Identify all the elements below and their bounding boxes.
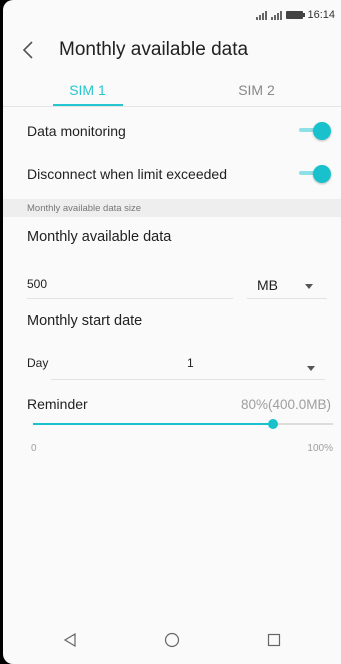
screen: 16:14 Monthly available data SIM 1 SIM 2… bbox=[3, 0, 341, 664]
circle-home-icon bbox=[164, 632, 180, 648]
disconnect-label: Disconnect when limit exceeded bbox=[27, 166, 227, 182]
reminder-value: 80%(400.0MB) bbox=[240, 396, 331, 412]
sim1-signal-icon bbox=[256, 10, 268, 20]
sim2-signal-icon bbox=[271, 10, 283, 20]
sim-tabs: SIM 1 SIM 2 bbox=[3, 76, 341, 106]
tab-sim-2[interactable]: SIM 2 bbox=[172, 76, 341, 106]
nav-home-button[interactable] bbox=[157, 625, 187, 655]
chevron-down-icon bbox=[305, 284, 313, 289]
start-date-title: Monthly start date bbox=[27, 313, 143, 329]
slider-min-label: 0 bbox=[31, 443, 37, 454]
navigation-bar bbox=[3, 616, 341, 664]
app-bar: Monthly available data bbox=[3, 32, 341, 68]
data-limit-input[interactable]: 500 bbox=[27, 277, 47, 291]
data-limit-title: Monthly available data bbox=[27, 229, 172, 245]
status-time: 16:14 bbox=[307, 9, 335, 21]
slider-thumb[interactable] bbox=[268, 419, 278, 429]
data-monitoring-row[interactable]: Data monitoring bbox=[27, 121, 331, 141]
data-monitoring-label: Data monitoring bbox=[27, 123, 126, 139]
nav-recents-button[interactable] bbox=[259, 625, 289, 655]
day-underline bbox=[51, 379, 325, 380]
unit-underline bbox=[247, 298, 327, 299]
data-monitoring-toggle[interactable] bbox=[295, 122, 331, 140]
triangle-back-icon bbox=[63, 633, 76, 647]
battery-icon bbox=[286, 11, 306, 19]
reminder-slider[interactable] bbox=[33, 419, 333, 429]
chevron-left-icon bbox=[22, 41, 33, 59]
tab-sim-1[interactable]: SIM 1 bbox=[3, 76, 172, 106]
back-button[interactable] bbox=[3, 32, 53, 68]
day-select[interactable]: 1 bbox=[187, 356, 194, 370]
status-bar: 16:14 bbox=[3, 0, 341, 30]
chevron-down-icon bbox=[307, 366, 315, 371]
slider-max-label: 100% bbox=[307, 443, 333, 454]
slider-fill bbox=[33, 423, 273, 425]
page-title: Monthly available data bbox=[59, 39, 249, 60]
reminder-row: Reminder 80%(400.0MB) bbox=[27, 394, 331, 414]
tab-divider bbox=[3, 106, 341, 107]
day-label: Day bbox=[27, 356, 49, 370]
reminder-label: Reminder bbox=[27, 396, 88, 412]
data-limit-underline bbox=[27, 298, 233, 299]
unit-select[interactable]: MB bbox=[257, 277, 278, 293]
section-header: Monthly available data size bbox=[3, 199, 341, 217]
disconnect-row[interactable]: Disconnect when limit exceeded bbox=[27, 164, 331, 184]
disconnect-toggle[interactable] bbox=[295, 165, 331, 183]
square-recents-icon bbox=[267, 633, 281, 647]
nav-back-button[interactable] bbox=[55, 625, 85, 655]
